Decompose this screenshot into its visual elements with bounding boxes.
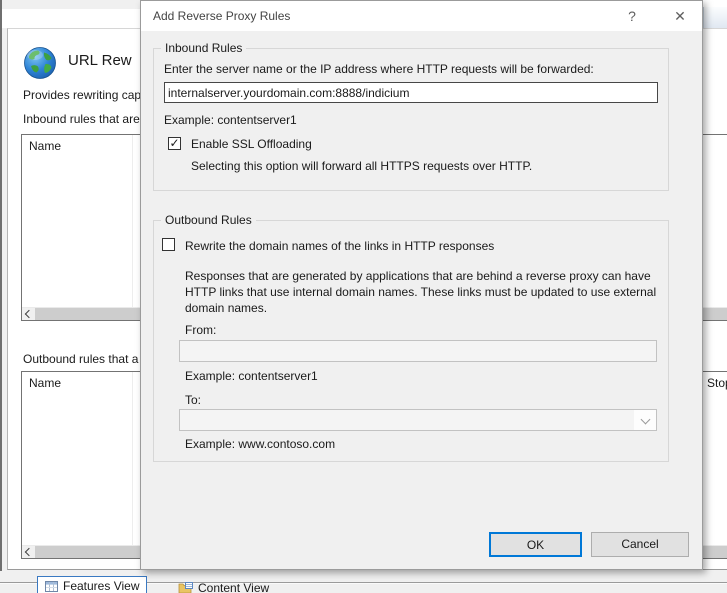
enable-ssl-offloading-checkbox[interactable]: ✓ [168, 137, 181, 150]
from-label: From: [185, 323, 217, 337]
group-legend: Outbound Rules [161, 213, 256, 227]
cancel-button[interactable]: Cancel [591, 532, 689, 557]
outbound-description: Responses that are generated by applicat… [185, 269, 657, 315]
page-title: URL Rew [68, 52, 132, 69]
chevron-left-icon [24, 309, 34, 319]
page-description: Provides rewriting cap [23, 88, 142, 102]
outbound-list-label: Outbound rules that a [23, 352, 139, 366]
scroll-left-button[interactable] [22, 546, 35, 558]
column-header-stop[interactable]: Stop [707, 376, 727, 390]
to-label: To: [185, 393, 202, 407]
features-view-icon [45, 580, 58, 592]
dialog-titlebar: Add Reverse Proxy Rules ? ✕ [141, 1, 702, 31]
right-strip-header [703, 7, 727, 30]
to-combobox [179, 409, 657, 431]
dialog-title: Add Reverse Proxy Rules [153, 9, 291, 23]
from-input [179, 340, 657, 362]
chevron-down-icon [640, 414, 651, 425]
tab-label: Content View [198, 581, 270, 593]
screen: URL Rew Provides rewriting cap Inbound r… [0, 0, 727, 593]
scroll-left-button[interactable] [22, 308, 35, 320]
column-header-name[interactable]: Name [29, 139, 61, 153]
check-icon: ✓ [169, 136, 180, 150]
help-button[interactable]: ? [621, 7, 643, 25]
server-example: Example: contentserver1 [164, 113, 297, 127]
ok-button[interactable]: OK [489, 532, 582, 557]
tab-content-view[interactable]: Content View [171, 578, 276, 593]
server-name-input[interactable] [164, 82, 658, 103]
ok-button-label: OK [526, 538, 545, 552]
group-legend: Inbound Rules [161, 41, 247, 55]
outbound-rules-group: Outbound Rules Rewrite the domain names … [153, 213, 669, 462]
globe-icon [24, 47, 56, 79]
chevron-left-icon [24, 547, 34, 557]
combo-dropdown-button [634, 410, 656, 430]
server-instruction: Enter the server name or the IP address … [164, 62, 594, 76]
tab-label: Features View [63, 579, 140, 593]
rewrite-domain-names-checkbox[interactable] [162, 238, 175, 251]
column-separator [132, 135, 133, 307]
column-header-name[interactable]: Name [29, 376, 61, 390]
ssl-offloading-note: Selecting this option will forward all H… [191, 159, 533, 173]
tab-features-view[interactable]: Features View [37, 576, 148, 593]
column-separator [132, 372, 133, 545]
enable-ssl-offloading-label[interactable]: Enable SSL Offloading [191, 137, 312, 151]
add-reverse-proxy-rules-dialog: Add Reverse Proxy Rules ? ✕ Inbound Rule… [140, 0, 703, 570]
cancel-button-label: Cancel [621, 537, 659, 551]
close-icon[interactable]: ✕ [669, 7, 691, 25]
inbound-rules-group: Inbound Rules Enter the server name or t… [153, 41, 669, 191]
to-example: Example: www.contoso.com [185, 437, 336, 451]
inbound-list-label: Inbound rules that are [23, 112, 140, 126]
from-example: Example: contentserver1 [185, 369, 318, 383]
toolbar-strip [2, 9, 140, 28]
window-left-edge [0, 0, 2, 593]
content-view-icon [178, 582, 193, 593]
rewrite-domain-names-label[interactable]: Rewrite the domain names of the links in… [185, 239, 494, 253]
